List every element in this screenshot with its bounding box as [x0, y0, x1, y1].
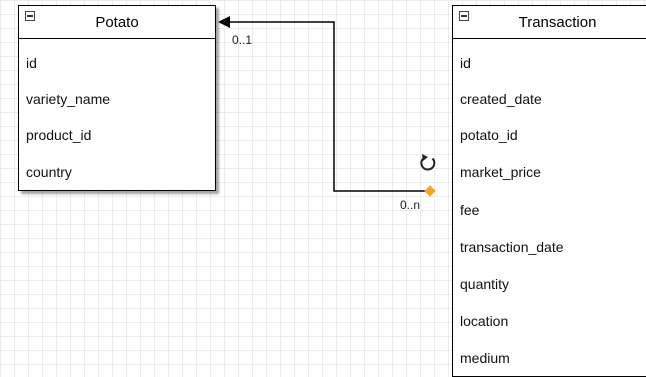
- field-created-date[interactable]: created_date: [460, 91, 542, 107]
- transaction-entity[interactable]: Transaction id created_date potato_id ma…: [452, 5, 646, 377]
- entity-header: Transaction: [453, 6, 646, 39]
- field-medium[interactable]: medium: [460, 350, 510, 366]
- arrowhead-icon: [218, 16, 230, 28]
- field-product-id[interactable]: product_id: [26, 127, 91, 143]
- multiplicity-label-potato: 0..1: [232, 33, 253, 47]
- entity-title: Potato: [95, 14, 139, 31]
- multiplicity-label-transaction: 0..n: [400, 198, 421, 212]
- field-location[interactable]: location: [460, 313, 508, 329]
- field-id[interactable]: id: [460, 55, 471, 71]
- field-transaction-date[interactable]: transaction_date: [460, 239, 564, 255]
- field-id[interactable]: id: [26, 55, 37, 71]
- field-variety-name[interactable]: variety_name: [26, 91, 110, 107]
- field-market-price[interactable]: market_price: [460, 164, 541, 180]
- field-country[interactable]: country: [26, 164, 72, 180]
- connector-line[interactable]: [222, 21, 430, 192]
- potato-entity[interactable]: Potato id variety_name product_id countr…: [18, 5, 216, 191]
- entity-title: Transaction: [518, 14, 597, 31]
- field-potato-id[interactable]: potato_id: [460, 127, 518, 143]
- field-quantity[interactable]: quantity: [460, 276, 509, 292]
- connection-handle[interactable]: [424, 185, 436, 197]
- entity-header: Potato: [19, 6, 215, 39]
- field-fee[interactable]: fee: [460, 202, 479, 218]
- rotate-handle-icon[interactable]: [418, 151, 438, 173]
